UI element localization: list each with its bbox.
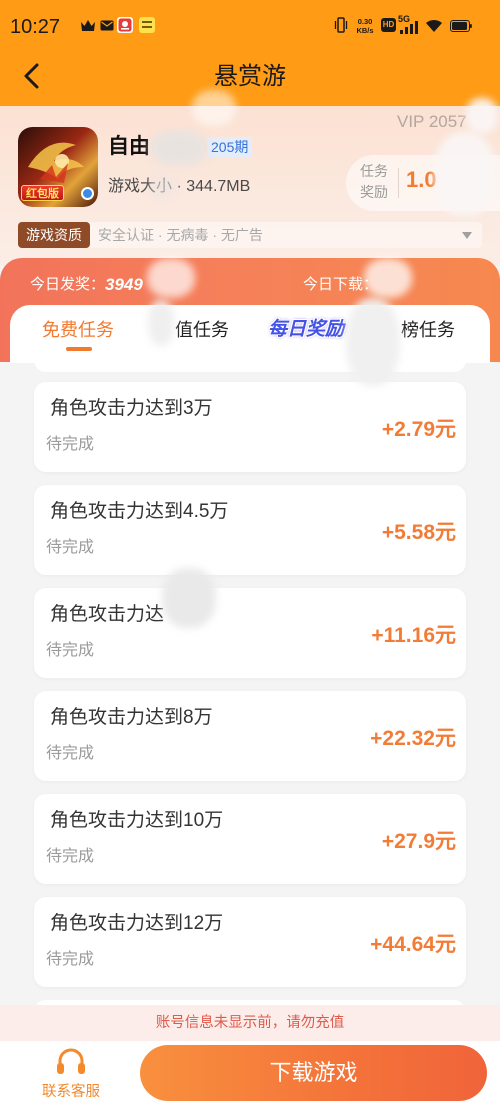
hd-badge: HD xyxy=(381,18,396,32)
wifi-icon xyxy=(426,19,442,32)
yellow-app-icon xyxy=(139,17,155,33)
active-tab-indicator xyxy=(66,347,92,351)
task-card[interactable]: 角色攻击力达到10万 待完成 +27.9元 xyxy=(34,794,466,884)
period-badge: 205期 xyxy=(207,137,253,157)
redaction-blur xyxy=(162,568,216,628)
reward-divider xyxy=(398,168,399,198)
status-time: 10:27 xyxy=(10,16,61,38)
game-icon-badge: 红包版 xyxy=(21,185,64,201)
task-card[interactable]: 角色攻击力达到4.5万 待完成 +5.58元 xyxy=(34,485,466,575)
red-app-icon xyxy=(117,17,133,33)
task-reward: +2.79元 xyxy=(381,418,456,441)
network-speed-value: 0.30 xyxy=(357,17,373,26)
task-status: 待完成 xyxy=(46,951,95,968)
redaction-blur xyxy=(346,298,400,386)
task-card[interactable]: 角色攻击力达 待完成 +11.16元 xyxy=(34,588,466,678)
redaction-blur xyxy=(434,132,496,216)
game-size: 游戏大小 · 344.7MB xyxy=(108,177,250,197)
crown-icon xyxy=(81,20,95,31)
qualification-items: 安全认证 · 无病毒 · 无广告 xyxy=(98,227,263,243)
task-title: 角色攻击力达到12万 xyxy=(50,913,224,934)
customer-service-button[interactable]: 联系客服 xyxy=(30,1082,112,1102)
battery-icon xyxy=(450,20,472,32)
task-reward: +5.58元 xyxy=(381,521,456,544)
redaction-blur xyxy=(364,258,412,298)
game-icon-dot xyxy=(81,187,94,200)
task-card[interactable]: 角色攻击力达到8万 待完成 +22.32元 xyxy=(34,691,466,781)
game-size-value: 344.7MB xyxy=(186,178,251,195)
vibrate-icon xyxy=(334,17,348,33)
task-status: 待完成 xyxy=(46,848,95,865)
download-game-button[interactable]: 下载游戏 xyxy=(140,1045,487,1101)
task-reward: +11.16元 xyxy=(371,624,456,647)
task-title: 角色攻击力达到8万 xyxy=(50,707,213,728)
tab-ranking-tasks[interactable]: 榜任务 xyxy=(401,318,455,342)
game-icon: 红包版 xyxy=(18,127,98,207)
task-reward: +44.64元 xyxy=(370,933,456,956)
redaction-blur xyxy=(147,258,195,298)
redaction-blur xyxy=(466,98,498,134)
tab-daily-rewards[interactable]: 每日奖励 xyxy=(268,318,344,342)
redaction-blur xyxy=(148,300,174,346)
today-award-label: 今日发奖： xyxy=(30,276,106,293)
today-award-value: 3949 xyxy=(105,275,143,294)
recharge-warning-notice: 账号信息未显示前，请勿充值 xyxy=(0,1005,500,1041)
qualification-badge: 游戏资质 xyxy=(18,222,90,248)
vip-label: VIP 2057 xyxy=(397,112,467,131)
task-reward: +27.9元 xyxy=(381,830,456,853)
network-speed: 0.30 KB/s xyxy=(352,17,378,35)
reward-total-value: 1.0 xyxy=(406,167,437,192)
redaction-blur xyxy=(150,130,208,166)
task-title: 角色攻击力达到4.5万 xyxy=(50,501,229,522)
task-status: 待完成 xyxy=(46,642,95,659)
task-title: 角色攻击力达 xyxy=(50,604,165,625)
game-size-separator: · xyxy=(176,178,182,195)
task-card[interactable]: 角色攻击力达到3万 待完成 +2.79元 xyxy=(34,382,466,472)
reward-label-bottom: 奖励 xyxy=(360,184,388,200)
mail-icon xyxy=(100,20,114,31)
page-title: 悬赏游 xyxy=(214,63,286,90)
headset-icon[interactable] xyxy=(55,1046,87,1076)
task-title: 角色攻击力达到3万 xyxy=(50,398,213,419)
reward-label-top: 任务 xyxy=(360,163,388,179)
task-status: 待完成 xyxy=(46,745,95,762)
tab-recharge-tasks[interactable]: 值任务 xyxy=(175,318,229,342)
game-title: 自由 xyxy=(108,135,150,158)
signal-icon xyxy=(400,21,418,34)
tab-free-tasks[interactable]: 免费任务 xyxy=(42,318,114,342)
task-reward: +22.32元 xyxy=(370,727,456,750)
task-title: 角色攻击力达到10万 xyxy=(50,810,224,831)
task-status: 待完成 xyxy=(46,539,95,556)
redaction-blur xyxy=(192,90,236,126)
network-speed-unit: KB/s xyxy=(356,26,374,35)
task-status: 待完成 xyxy=(46,436,95,453)
redaction-blur xyxy=(150,175,176,199)
caret-down-icon[interactable] xyxy=(462,232,472,239)
task-card[interactable]: 角色攻击力达到12万 待完成 +44.64元 xyxy=(34,897,466,987)
